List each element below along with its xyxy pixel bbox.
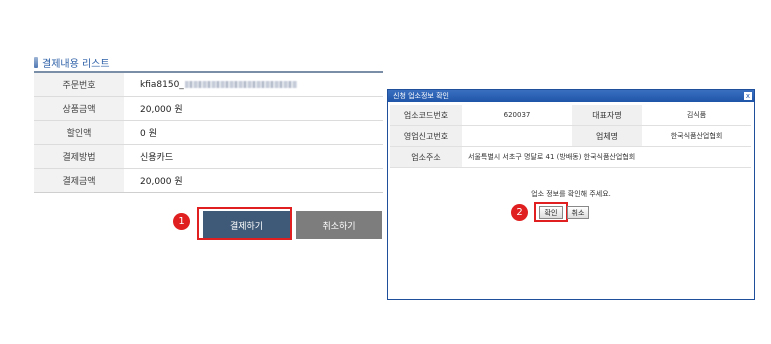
masked-order-id	[184, 80, 297, 88]
order-number-label: 주문번호	[34, 72, 124, 97]
business-code-label: 업소코드번호	[390, 105, 462, 126]
table-row: 결제금액 20,000 원	[34, 168, 383, 193]
representative-value: 김식품	[642, 105, 751, 126]
table-row: 주문번호 kfia8150_	[34, 72, 383, 97]
close-icon[interactable]: x	[744, 92, 752, 100]
payment-amount-value: 20,000 원	[124, 168, 383, 193]
step-1-badge: 1	[173, 213, 190, 230]
table-row: 업소주소 서울특별시 서초구 명달로 41 (방배동) 한국식품산업협회	[390, 146, 751, 168]
business-info-popup: 신청 업소정보 확인 x 업소코드번호 620037 대표자명 김식품 영업신고…	[387, 89, 755, 300]
license-number-value	[462, 125, 572, 147]
section-title: 결제내용 리스트	[34, 55, 110, 70]
company-name-value: 한국식품산업협회	[642, 125, 751, 147]
table-row: 상품금액 20,000 원	[34, 96, 383, 121]
popup-title: 신청 업소정보 확인	[393, 92, 449, 100]
confirm-message: 업소 정보를 확인해 주세요.	[531, 190, 611, 198]
address-label: 업소주소	[390, 146, 462, 168]
product-amount-label: 상품금액	[34, 96, 124, 121]
popup-cancel-button[interactable]: 취소	[567, 206, 589, 219]
table-row: 결제방법 신용카드	[34, 144, 383, 169]
product-amount-value: 20,000 원	[124, 96, 383, 121]
business-code-value: 620037	[462, 105, 572, 126]
confirm-button-highlight	[534, 202, 568, 222]
payment-amount-label: 결제금액	[34, 168, 124, 193]
discount-value: 0 원	[124, 120, 383, 145]
cancel-payment-button[interactable]: 취소하기	[296, 211, 382, 239]
address-value: 서울특별시 서초구 명달로 41 (방배동) 한국식품산업협회	[462, 146, 751, 168]
table-row: 영업신고번호 업체명 한국식품산업협회	[390, 125, 751, 147]
table-row: 업소코드번호 620037 대표자명 김식품	[390, 105, 751, 126]
pay-button-highlight	[197, 207, 292, 240]
section-bullet-icon	[34, 57, 38, 68]
company-name-label: 업체명	[572, 125, 642, 147]
table-row: 할인액 0 원	[34, 120, 383, 145]
payment-method-label: 결제방법	[34, 144, 124, 169]
business-info-table: 업소코드번호 620037 대표자명 김식품 영업신고번호 업체명 한국식품산업…	[390, 105, 751, 168]
order-number-value: kfia8150_	[140, 79, 184, 90]
order-summary-table: 주문번호 kfia8150_ 상품금액 20,000 원 할인액 0 원 결제방…	[34, 71, 383, 193]
step-2-badge: 2	[511, 204, 528, 221]
license-number-label: 영업신고번호	[390, 125, 462, 147]
popup-titlebar: 신청 업소정보 확인 x	[388, 90, 754, 102]
section-title-text: 결제내용 리스트	[42, 59, 110, 70]
payment-method-value: 신용카드	[124, 144, 383, 169]
representative-label: 대표자명	[572, 105, 642, 126]
discount-label: 할인액	[34, 120, 124, 145]
